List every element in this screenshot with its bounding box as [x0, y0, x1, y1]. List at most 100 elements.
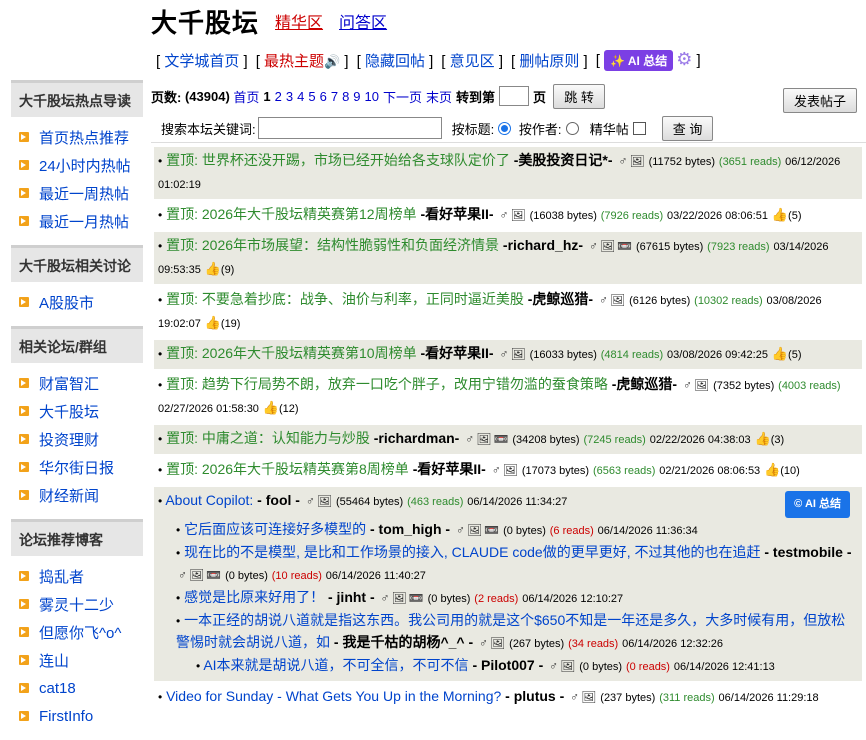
search-button[interactable]: 查 询	[661, 115, 714, 141]
sidebar-link[interactable]: 财经新闻	[39, 485, 99, 506]
sidebar-link[interactable]: 投资理财	[39, 429, 99, 450]
sidebar-item[interactable]: 华尔街日报	[11, 453, 143, 481]
search-input[interactable]	[257, 117, 442, 139]
arrow-bullet-icon	[19, 683, 29, 693]
page-link[interactable]: 4	[297, 89, 304, 104]
post-author[interactable]: -看好苹果II-	[420, 345, 493, 361]
sidebar-item[interactable]: 连山	[11, 646, 143, 674]
sidebar-item[interactable]: FirstInfo	[11, 702, 143, 730]
post-author[interactable]: -美股投资日记*-	[514, 152, 613, 168]
first-page-link[interactable]: 首页	[233, 87, 259, 106]
sidebar-link[interactable]: 大千股坛	[39, 401, 99, 422]
reply-item: • 一本正经的胡说八道就是指这东西。我公司用的就是这个$650不知是一年还是多久…	[176, 612, 846, 650]
male-icon: ♂	[178, 568, 187, 582]
nav-hot-link[interactable]: 最热主题	[264, 53, 324, 70]
male-icon: ♂	[682, 378, 692, 392]
goto-page-input[interactable]	[499, 86, 530, 106]
sidebar-link[interactable]: 24小时内热帖	[39, 155, 131, 176]
featured-link[interactable]: 精华区	[275, 9, 323, 33]
nav-rules-link[interactable]: 删帖原则	[519, 53, 579, 70]
post-author[interactable]: -虎鲸巡猎-	[612, 376, 677, 392]
page-link[interactable]: 5	[308, 89, 315, 104]
page-link[interactable]: 3	[286, 89, 293, 104]
thread-author[interactable]: - fool -	[257, 492, 300, 508]
sidebar-link[interactable]: 连山	[39, 650, 69, 671]
sidebar-link[interactable]: cat18	[39, 680, 76, 697]
featured-checkbox[interactable]	[632, 121, 646, 135]
thread-title-link[interactable]: About Copilot:	[165, 492, 253, 508]
reply-title-link[interactable]: 现在比的不是模型, 是比和工作场景的接入, CLAUDE code做的更早更好,…	[184, 544, 760, 560]
nav-home-link[interactable]: 文学城首页	[164, 53, 239, 70]
sidebar-item[interactable]: 但愿你飞^o^	[11, 618, 143, 646]
sidebar-link[interactable]: 雾灵十二少	[39, 594, 114, 615]
reply-item: • 现在比的不是模型, 是比和工作场景的接入, CLAUDE code做的更早更…	[176, 544, 852, 582]
last-page-link[interactable]: 末页	[426, 87, 452, 106]
title-radio[interactable]	[498, 121, 512, 135]
page-link[interactable]: 10	[365, 89, 379, 104]
sidebar-link[interactable]: 财富智汇	[39, 373, 99, 394]
sidebar-item[interactable]: 雾灵十二少	[11, 590, 143, 618]
post-bytes: (16033 bytes)	[529, 349, 597, 361]
post-title-link[interactable]: 置顶: 不要急着抄底：战争、油价与利率，正同时逼近美股	[166, 291, 524, 307]
post-title-link[interactable]: 置顶: 趋势下行局势不朗，放弃一口吃个胖子，改用宁错勿滥的蚕食策略	[166, 376, 608, 392]
post-likes: (10)	[780, 465, 800, 477]
sidebar-link[interactable]: 捣乱者	[39, 566, 84, 587]
video-icon: 📼	[206, 568, 222, 582]
page-link[interactable]: 9	[353, 89, 360, 104]
sidebar-item[interactable]: 最近一月热帖	[11, 207, 143, 235]
post-author[interactable]: -虎鲸巡猎-	[528, 291, 593, 307]
header: 大千股坛 精华区 问答区 [ 文学城首页 ] [ 最热主题🔊 ] [ 隐藏回帖 …	[151, 0, 866, 143]
sidebar-item[interactable]: cat18	[11, 674, 143, 702]
image-icon: 🖼	[510, 347, 526, 361]
sidebar-link[interactable]: 华尔街日报	[39, 457, 114, 478]
sidebar-item[interactable]: 大千股坛	[11, 397, 143, 425]
post-title-link[interactable]: Video for Sunday - What Gets You Up in t…	[166, 688, 501, 704]
speaker-icon[interactable]: 🔊	[324, 54, 340, 69]
sidebar-link[interactable]: 但愿你飞^o^	[39, 622, 121, 643]
sidebar-item[interactable]: 24小时内热帖	[11, 151, 143, 179]
post-title-link[interactable]: 置顶: 中庸之道：认知能力与炒股	[166, 430, 370, 446]
sidebar-box: 论坛推荐博客 捣乱者 雾灵十二少 但愿你飞^o^ 连山 cat18 FirstInfo	[11, 519, 143, 732]
post-title-link[interactable]: 置顶: 2026年大千股坛精英赛第12周榜单	[166, 206, 417, 222]
sidebar-item[interactable]: 财富智汇	[11, 369, 143, 397]
jump-button[interactable]: 跳 转	[553, 83, 605, 109]
post-author[interactable]: -看好苹果II-	[420, 206, 493, 222]
ai-summary-button[interactable]: ✨ AI 总结	[604, 50, 674, 71]
sidebar-link[interactable]: A股股市	[39, 292, 94, 313]
page-link[interactable]: 8	[342, 89, 349, 104]
ai-summary-chip[interactable]: © AI 总结	[785, 491, 850, 518]
qa-link[interactable]: 问答区	[339, 9, 387, 33]
sidebar-link[interactable]: 首页热点推荐	[39, 127, 129, 148]
next-page-link[interactable]: 下一页	[383, 87, 422, 106]
sidebar-item[interactable]: 捣乱者	[11, 562, 143, 590]
nav-feedback-link[interactable]: 意见区	[450, 53, 495, 70]
reply-title-link[interactable]: 感觉是比原来好用了！	[184, 589, 324, 605]
sidebar-item[interactable]: 首页热点推荐	[11, 123, 143, 151]
sidebar-item[interactable]: 最近一周热帖	[11, 179, 143, 207]
sidebar-item[interactable]: A股股市	[11, 288, 143, 316]
page-link[interactable]: 6	[320, 89, 327, 104]
sidebar-item[interactable]: 投资理财	[11, 425, 143, 453]
post-author[interactable]: -richardman-	[374, 430, 460, 446]
new-post-button[interactable]: 发表帖子	[782, 88, 857, 113]
post-title-link[interactable]: 置顶: 2026年市场展望：结构性脆弱性和负面经济情景	[166, 237, 499, 253]
page-link[interactable]: 2	[275, 89, 282, 104]
post-author[interactable]: -看好苹果II-	[413, 461, 486, 477]
post-title-link[interactable]: 置顶: 世界杯还没开踢，市场已经开始给各支球队定价了	[166, 152, 510, 168]
post-bytes: (34208 bytes)	[512, 434, 580, 446]
male-icon: ♂	[570, 690, 580, 704]
sidebar-link[interactable]: 最近一周热帖	[39, 183, 129, 204]
post-author[interactable]: -richard_hz-	[503, 237, 583, 253]
sidebar-item[interactable]: 财经新闻	[11, 481, 143, 509]
sidebar-link[interactable]: FirstInfo	[39, 708, 93, 725]
image-icon: 🖼	[466, 523, 483, 537]
gear-icon[interactable]: ⚙	[676, 49, 692, 69]
sidebar-link[interactable]: 最近一月热帖	[39, 211, 129, 232]
post-title-link[interactable]: 置顶: 2026年大千股坛精英赛第10周榜单	[166, 345, 417, 361]
author-radio[interactable]	[565, 121, 579, 135]
page-link[interactable]: 7	[331, 89, 338, 104]
reply-title-link[interactable]: AI本来就是胡说八道，不可全信，不可不信	[203, 657, 468, 673]
post-title-link[interactable]: 置顶: 2026年大千股坛精英赛第8周榜单	[166, 461, 409, 477]
nav-hide-replies-link[interactable]: 隐藏回帖	[365, 53, 425, 70]
reply-title-link[interactable]: 它后面应该可连接好多模型的	[184, 521, 366, 537]
